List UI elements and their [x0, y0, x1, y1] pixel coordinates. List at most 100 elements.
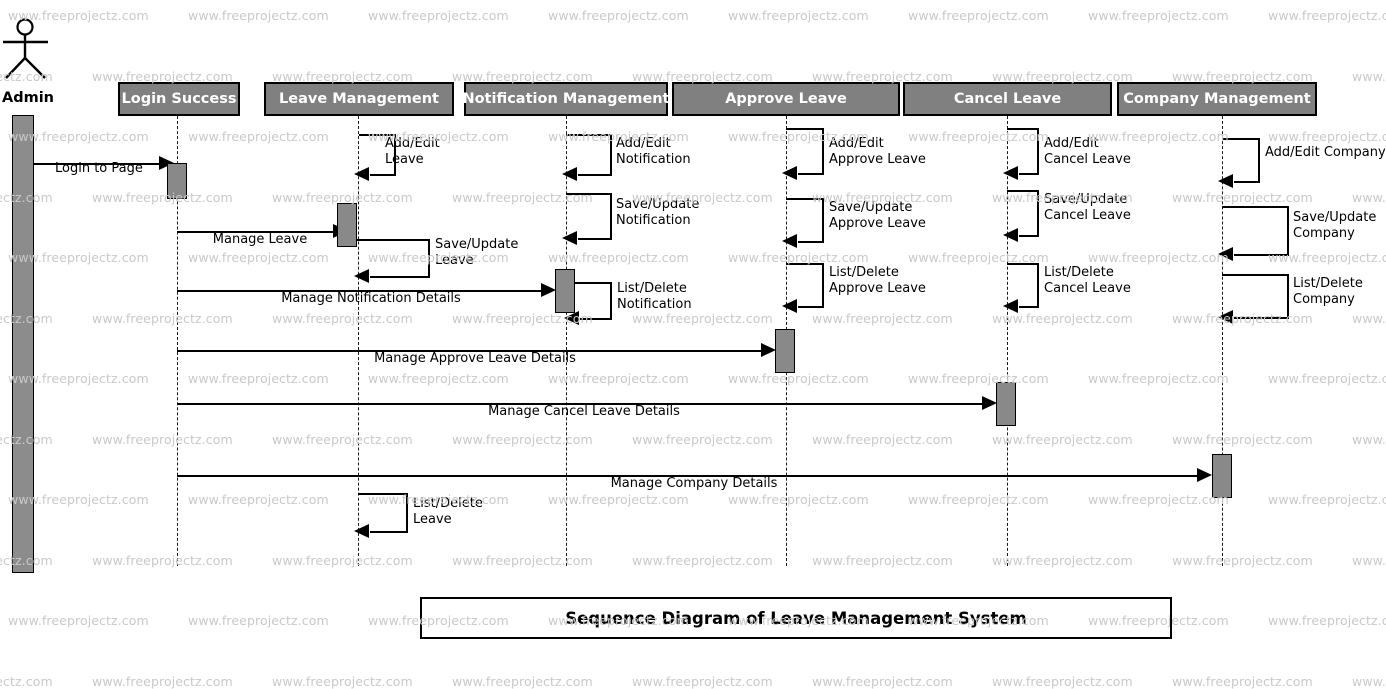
self-add-edit-cancel-label: Add/Edit Cancel Leave: [1044, 136, 1154, 168]
self-add-edit-cancel-bottom: [1019, 173, 1039, 175]
self-add-edit-notification-top: [566, 134, 612, 136]
lifeline-notification-management: [566, 116, 567, 566]
watermark-text: www.freeprojectz.com: [1172, 431, 1313, 447]
self-save-update-approve-label: Save/Update Approve Leave: [829, 200, 939, 232]
message-manage-cancel-label: Manage Cancel Leave Details: [488, 404, 680, 419]
watermark-text: www.freeprojectz.com: [812, 310, 953, 326]
self-save-update-approve-bottom: [798, 241, 824, 243]
watermark-text: www.freeprojectz.com: [1352, 310, 1386, 326]
activation-cancel-leave: [996, 382, 1016, 426]
self-list-delete-notification-label-line2: Notification: [617, 297, 692, 312]
self-save-update-cancel-label-line2: Cancel Leave: [1044, 208, 1131, 223]
watermark-text: www.freeprojectz.com: [1268, 129, 1386, 144]
self-list-delete-cancel-bottom: [1019, 306, 1039, 308]
participant-approve-leave[interactable]: Approve Leave: [672, 82, 900, 116]
participant-company-management[interactable]: Company Management: [1117, 82, 1317, 116]
self-add-edit-cancel-vline: [1037, 128, 1039, 173]
watermark-text: www.freeprojectz.com: [632, 673, 773, 689]
self-add-edit-leave-arrow: [354, 167, 369, 181]
self-list-delete-cancel-vline: [1037, 263, 1039, 306]
self-save-update-notification-vline: [610, 193, 612, 238]
watermark-text: www.freeprojectz.com: [1352, 68, 1386, 84]
watermark-text: www.freeprojectz.com: [188, 613, 329, 628]
watermark-text: www.freeprojectz.com: [812, 673, 953, 689]
watermark-text: www.freeprojectz.com: [632, 552, 773, 568]
self-list-delete-notification-vline: [610, 282, 612, 318]
self-save-update-leave-arrow: [354, 269, 369, 283]
activation-notification-management: [555, 269, 575, 313]
watermark-text: www.freeprojectz.com: [1088, 250, 1229, 265]
watermark-text: www.freeprojectz.com: [452, 673, 593, 689]
watermark-text: www.freeprojectz.com: [188, 492, 329, 507]
watermark-text: www.freeprojectz.com: [452, 189, 593, 205]
self-save-update-cancel-bottom: [1019, 235, 1039, 237]
self-add-edit-company-bottom: [1234, 181, 1260, 183]
self-add-edit-leave-label-line1: Add/Edit: [385, 136, 440, 151]
watermark-text: www.freeprojectz.com: [368, 8, 509, 23]
self-add-edit-approve-arrow: [782, 166, 797, 180]
watermark-text: www.freeprojectz.com: [188, 8, 329, 23]
self-save-update-notification-label-line2: Notification: [616, 213, 691, 228]
participant-leave-management[interactable]: Leave Management: [264, 82, 454, 116]
self-list-delete-company-vline: [1287, 274, 1289, 317]
activation-admin: [12, 115, 34, 573]
self-add-edit-leave-label-line2: Leave: [385, 152, 424, 167]
watermark-text: www.freeprojectz.com: [908, 8, 1049, 23]
watermark-text: www.freeprojectz.com: [92, 673, 233, 689]
watermark-text: www.freeprojectz.com: [8, 613, 149, 628]
self-add-edit-company-vline: [1258, 138, 1260, 181]
lifeline-leave-management: [358, 116, 359, 566]
self-list-delete-notification-bottom: [580, 318, 612, 320]
participant-notification-management[interactable]: Notification Management: [462, 82, 670, 116]
self-save-update-approve-label-line2: Approve Leave: [829, 216, 926, 231]
activation-company-management: [1212, 454, 1232, 498]
watermark-text: www.freeprojectz.com: [992, 431, 1133, 447]
watermark-text: www.freeprojectz.com: [908, 371, 1049, 386]
participant-login-success[interactable]: Login Success: [118, 82, 240, 116]
watermark-text: www.freeprojectz.com: [272, 673, 413, 689]
watermark-text: www.freeprojectz.com: [908, 492, 1049, 507]
message-manage-approve-label: Manage Approve Leave Details: [374, 351, 576, 366]
watermark-text: www.freeprojectz.com: [1172, 673, 1313, 689]
self-list-delete-company-arrow: [1218, 310, 1233, 324]
self-save-update-approve-arrow: [782, 234, 797, 248]
watermark-text: www.freeprojectz.com: [1088, 371, 1229, 386]
self-save-update-leave-bottom: [370, 276, 430, 278]
self-list-delete-company-bottom: [1234, 317, 1289, 319]
self-save-update-leave-top: [357, 239, 430, 241]
self-add-edit-cancel-label-line2: Cancel Leave: [1044, 152, 1131, 167]
self-save-update-company-vline: [1287, 206, 1289, 254]
self-add-edit-approve-vline: [822, 128, 824, 173]
self-list-delete-approve-label-line2: Approve Leave: [829, 281, 926, 296]
actor-admin-icon: [0, 18, 56, 80]
self-save-update-notification-bottom: [578, 238, 612, 240]
watermark-text: www.freeprojectz.com: [92, 552, 233, 568]
self-list-delete-cancel-label-line1: List/Delete: [1044, 265, 1114, 280]
watermark-text: www.freeprojectz.com: [188, 250, 329, 265]
self-save-update-leave-label-line2: Leave: [435, 253, 474, 268]
self-add-edit-approve-label: Add/Edit Approve Leave: [829, 136, 939, 168]
self-list-delete-notification-top: [572, 282, 612, 284]
participant-cancel-leave[interactable]: Cancel Leave: [903, 82, 1112, 116]
watermark-text: www.freeprojectz.com: [92, 431, 233, 447]
watermark-text: www.freeprojectz.com: [992, 673, 1133, 689]
message-manage-cancel-arrow: [982, 396, 997, 410]
watermark-text: www.freeprojectz.com: [1352, 189, 1386, 205]
self-add-edit-company-label: Add/Edit Company: [1265, 145, 1386, 160]
self-add-edit-approve-label-line1: Add/Edit: [829, 136, 884, 151]
self-add-edit-approve-bottom: [798, 173, 824, 175]
watermark-text: www.freeprojectz.com: [548, 8, 689, 23]
watermark-text: www.freeprojectz.com: [0, 673, 53, 689]
self-add-edit-notification-label-line2: Notification: [616, 152, 691, 167]
self-list-delete-company-label-line2: Company: [1293, 292, 1355, 307]
self-list-delete-company-top: [1222, 274, 1289, 276]
self-add-edit-approve-top: [786, 128, 824, 130]
self-list-delete-leave-label-line1: List/Delete: [413, 496, 483, 511]
self-save-update-approve-vline: [822, 198, 824, 241]
self-add-edit-leave-bottom: [370, 174, 396, 176]
participant-company-management-label: Company Management: [1123, 91, 1311, 107]
watermark-text: www.freeprojectz.com: [188, 129, 329, 144]
watermark-text: www.freeprojectz.com: [728, 371, 869, 386]
self-save-update-company-label-line2: Company: [1293, 226, 1355, 241]
watermark-text: www.freeprojectz.com: [1352, 431, 1386, 447]
